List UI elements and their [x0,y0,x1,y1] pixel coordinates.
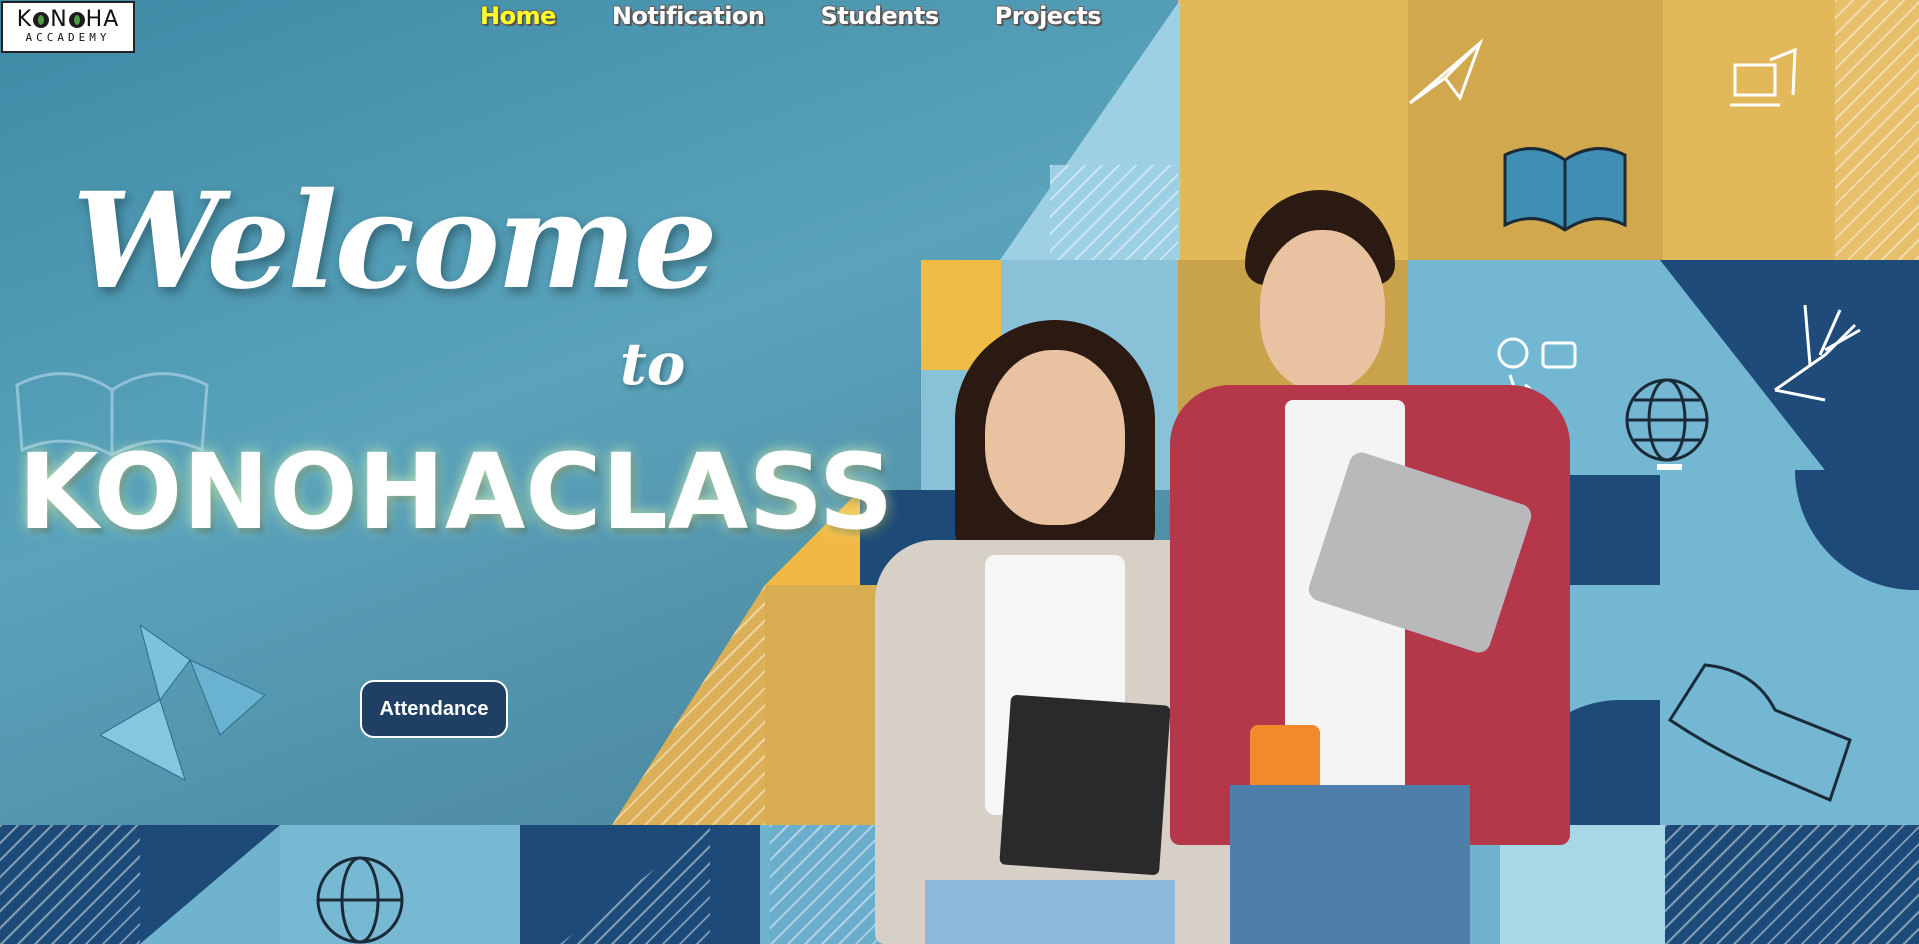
hero-banner: K N HA ACCADEMY Home Notification Students… [0,0,1919,944]
sprout-icon [1765,295,1865,409]
welcome-heading: Welcome [72,164,718,319]
main-nav: Home Notification Students Projects [480,2,1102,30]
globe-icon [1622,375,1717,479]
to-text: to [620,330,686,398]
paper-plane-icon [1405,38,1485,112]
student-boy-image [1170,185,1580,944]
leaf-icon [33,12,50,28]
laptop-icon [1725,45,1800,119]
kite-shape [98,623,270,789]
logo-wordmark: K N HA [16,7,120,32]
bg-tile [0,825,140,944]
attendance-button[interactable]: Attendance [360,680,508,738]
nav-projects[interactable]: Projects [995,2,1102,30]
bg-tile [612,585,765,825]
logo-subtitle: ACCADEMY [25,31,111,44]
book-outline-icon-2 [1665,660,1855,814]
bg-tile [1835,0,1919,260]
bg-tile [1665,825,1919,944]
leaf-icon [68,12,85,28]
brand-logo[interactable]: K N HA ACCADEMY [1,1,135,53]
globe-icon-2 [315,855,410,944]
bg-tile [1050,165,1178,260]
brand-heading: KONOHACLASS [18,431,894,553]
nav-home[interactable]: Home [480,2,556,30]
nav-notification[interactable]: Notification [612,2,765,30]
nav-students[interactable]: Students [821,2,940,30]
